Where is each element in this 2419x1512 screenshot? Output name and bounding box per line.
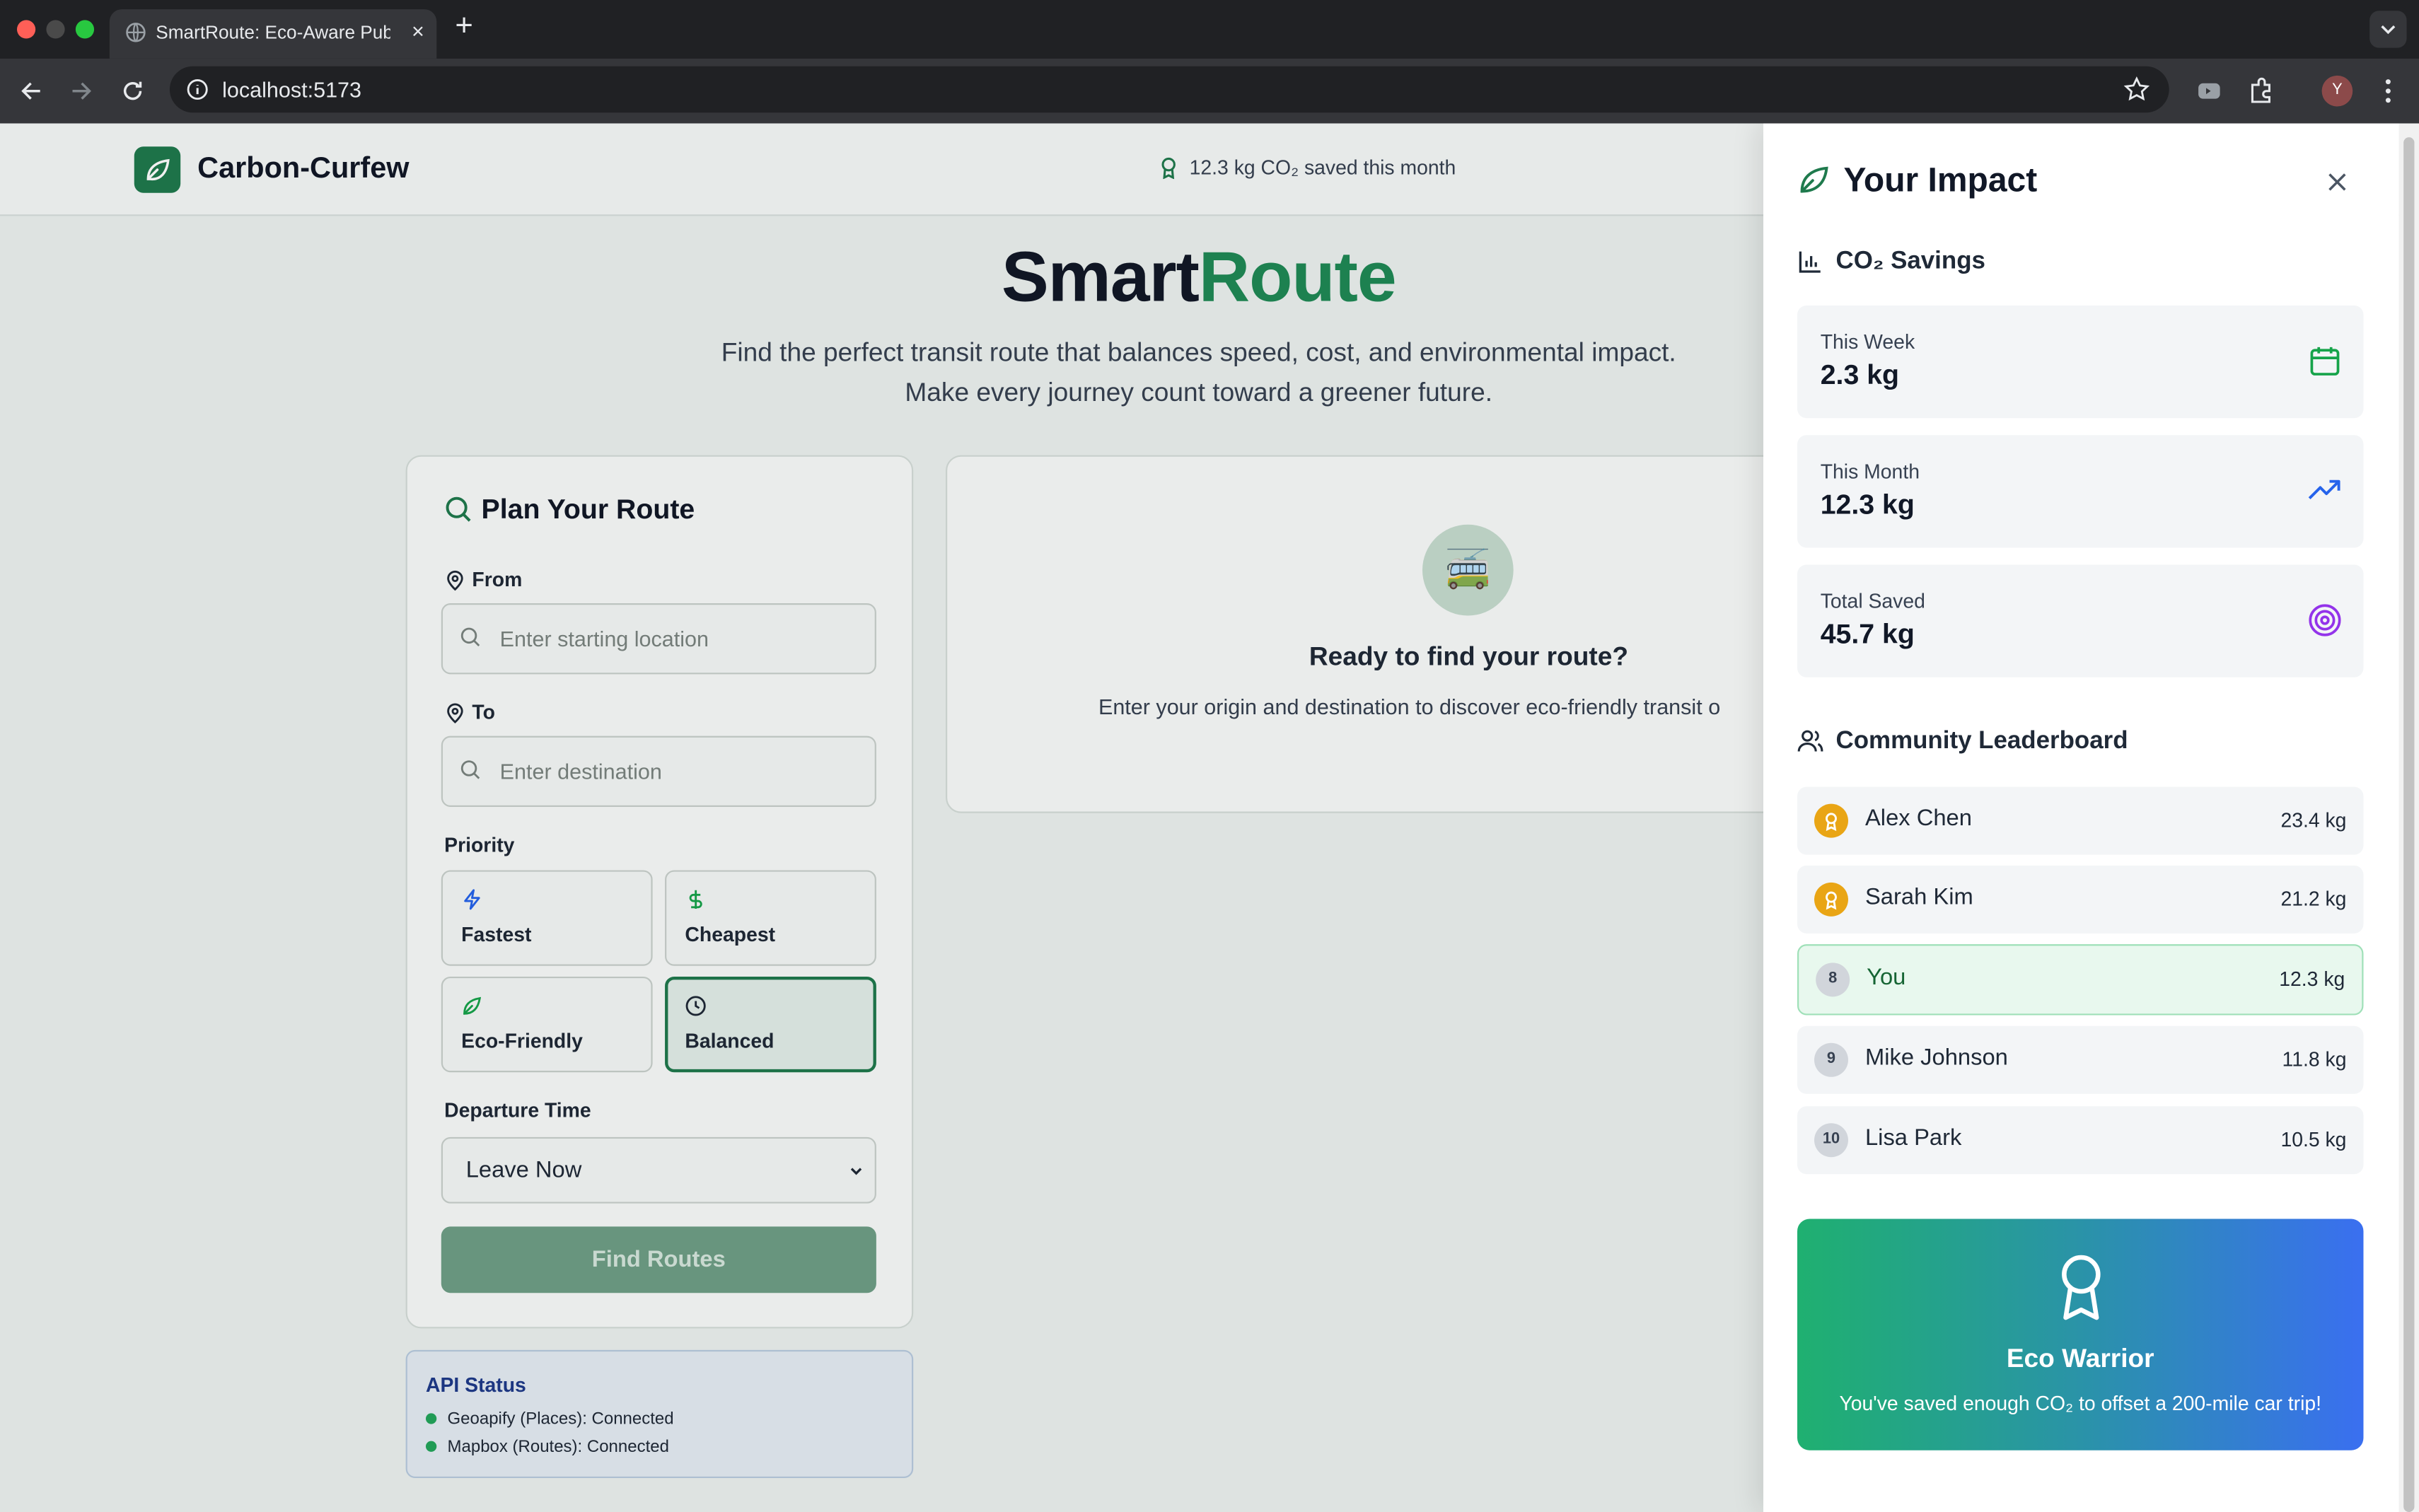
url-text: localhost:5173: [222, 77, 362, 102]
stat-this-month: This Month 12.3 kg: [1797, 435, 2364, 548]
browser-tabstrip: SmartRoute: Eco-Aware Publi × +: [0, 0, 2419, 59]
stat-total-saved: Total Saved 45.7 kg: [1797, 564, 2364, 678]
leaderboard-value: 10.5 kg: [2280, 1127, 2347, 1151]
leaderboard-row: 10 Lisa Park 10.5 kg: [1797, 1106, 2364, 1175]
award-icon: [2062, 1255, 2101, 1320]
rank-badge: 8: [1816, 963, 1850, 997]
calendar-icon: [2310, 347, 2340, 376]
leaderboard-row-you: 8 You 12.3 kg: [1797, 944, 2364, 1016]
back-icon[interactable]: [16, 76, 47, 107]
impact-panel: Your Impact CO₂ Savings This Week 2.3 kg…: [1763, 123, 2399, 1512]
menu-dots-icon[interactable]: [2373, 76, 2404, 107]
page-viewport: Carbon-Curfew 12.3 kg CO₂ saved this mon…: [0, 123, 2419, 1512]
award-icon: [1814, 803, 1848, 838]
forward-icon[interactable]: [66, 76, 98, 107]
stat-value: 2.3 kg: [1820, 359, 1900, 390]
leaderboard-value: 23.4 kg: [2280, 808, 2347, 832]
browser-toolbar: localhost:5173 Y: [0, 58, 2419, 124]
screen: SmartRoute: Eco-Aware Publi × + localhos…: [0, 0, 2419, 1512]
leaderboard-row: Sarah Kim 21.2 kg: [1797, 865, 2364, 934]
leaderboard-row: Alex Chen 23.4 kg: [1797, 786, 2364, 855]
scrollbar-thumb[interactable]: [2403, 137, 2415, 1512]
extensions-icon[interactable]: [2246, 76, 2278, 107]
leaderboard-title-text: Community Leaderboard: [1835, 728, 2128, 755]
page-scrollbar[interactable]: [2398, 123, 2419, 1512]
new-tab-icon[interactable]: +: [455, 9, 472, 45]
address-bar[interactable]: localhost:5173: [169, 66, 2169, 113]
rank-badge: 9: [1814, 1042, 1848, 1077]
leaf-icon: [1800, 166, 1828, 193]
leaderboard-row: 9 Mike Johnson 11.8 kg: [1797, 1025, 2364, 1094]
award-icon: [1814, 882, 1848, 917]
stat-label: Total Saved: [1820, 589, 1925, 613]
leaderboard-value: 11.8 kg: [2282, 1047, 2347, 1071]
leaderboard-title: Community Leaderboard: [1797, 728, 2128, 756]
co2-savings-title: CO₂ Savings: [1797, 248, 1985, 276]
stat-value: 45.7 kg: [1820, 618, 1915, 650]
eco-warrior-badge: Eco Warrior You've saved enough CO₂ to o…: [1797, 1219, 2364, 1450]
leaderboard-value: 12.3 kg: [2279, 967, 2345, 991]
co2-savings-title-text: CO₂ Savings: [1835, 248, 1985, 275]
leaderboard-name: Lisa Park: [1864, 1124, 1962, 1151]
stat-label: This Month: [1820, 460, 1920, 483]
badge-title: Eco Warrior: [2006, 1344, 2154, 1373]
impact-panel-title-text: Your Impact: [1843, 160, 2038, 199]
media-icon[interactable]: [2194, 76, 2225, 107]
award-icon-glyph: [1826, 891, 1837, 910]
award-icon-glyph: [1826, 813, 1837, 832]
maximize-window-button[interactable]: [75, 20, 95, 39]
users-icon: [1797, 730, 1823, 752]
modal-backdrop[interactable]: [0, 123, 1764, 1512]
close-window-button[interactable]: [16, 20, 36, 39]
leaderboard-name: Sarah Kim: [1864, 884, 1973, 911]
browser-tab[interactable]: SmartRoute: Eco-Aware Publi ×: [109, 9, 437, 59]
rank-badge: 10: [1814, 1123, 1848, 1158]
close-icon[interactable]: [2324, 168, 2351, 196]
tab-title: SmartRoute: Eco-Aware Publi: [156, 21, 390, 44]
trending-up-icon: [2308, 479, 2340, 500]
leaderboard-name: You: [1867, 964, 1906, 991]
bookmark-star-icon[interactable]: [2123, 76, 2150, 103]
target-icon: [2309, 604, 2341, 636]
badge-subtitle: You've saved enough CO₂ to offset a 200-…: [1839, 1391, 2322, 1415]
leaderboard-name: Alex Chen: [1864, 805, 1972, 832]
bar-chart-icon: [1799, 251, 1821, 273]
impact-panel-title: Your Impact: [1797, 161, 2037, 201]
leaderboard-value: 21.2 kg: [2280, 887, 2347, 911]
reload-icon[interactable]: [117, 76, 149, 107]
profile-avatar[interactable]: Y: [2321, 75, 2353, 107]
tab-search-button[interactable]: [2369, 11, 2407, 48]
leaderboard-name: Mike Johnson: [1864, 1044, 2008, 1071]
site-info-icon[interactable]: [185, 77, 210, 102]
stat-label: This Week: [1820, 330, 1915, 354]
stat-this-week: This Week 2.3 kg: [1797, 305, 2364, 419]
tab-close-icon[interactable]: ×: [412, 18, 424, 43]
stat-value: 12.3 kg: [1820, 489, 1915, 521]
globe-icon: [126, 23, 146, 42]
minimize-window-button[interactable]: [46, 20, 65, 39]
chevron-down-icon: [2381, 25, 2396, 35]
